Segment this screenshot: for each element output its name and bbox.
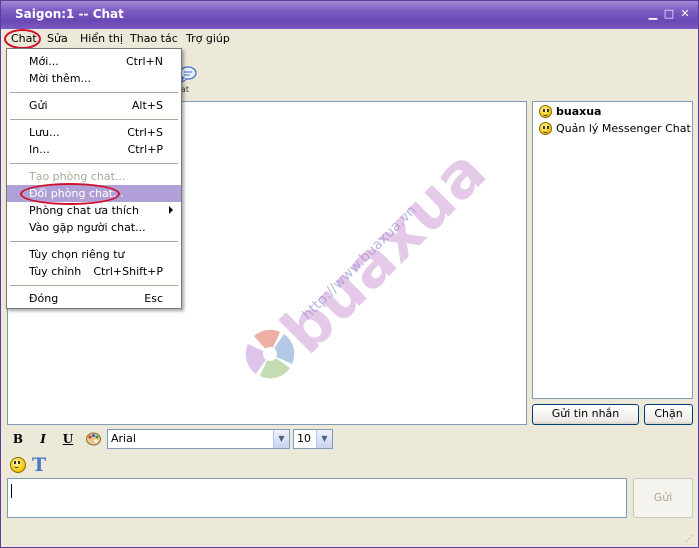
emoticon-icon[interactable] xyxy=(10,457,26,473)
message-input[interactable] xyxy=(7,478,627,518)
format-toolbar xyxy=(1,427,698,451)
menu-item-close[interactable]: Đóng Esc xyxy=(7,290,181,307)
menu-item-favorite-rooms[interactable]: Phòng chat ưa thích xyxy=(7,202,181,219)
font-size-select[interactable]: 10 ▼ xyxy=(293,429,333,449)
menu-separator xyxy=(10,163,178,164)
menu-actions[interactable]: Thao tác xyxy=(130,32,178,45)
underline-button[interactable]: U xyxy=(59,431,77,447)
menu-item-save[interactable]: Lưu... Ctrl+S xyxy=(7,124,181,141)
chevron-down-icon[interactable]: ▼ xyxy=(316,430,332,448)
annotation-circle-change-room xyxy=(20,183,120,205)
window-title: Saigon:1 -- Chat xyxy=(15,7,124,21)
italic-button[interactable]: I xyxy=(34,431,52,447)
resize-grip-icon[interactable]: ⋰ xyxy=(685,534,695,544)
menu-item-join-user[interactable]: Vào gặp người chat... xyxy=(7,219,181,236)
smiley-icon xyxy=(539,122,552,135)
menu-item-create-room: Tạo phòng chat... xyxy=(29,170,126,183)
menu-item-preferences[interactable]: Tùy chỉnh Ctrl+Shift+P xyxy=(7,263,181,280)
menu-separator xyxy=(10,241,178,242)
menu-item-print[interactable]: In... Ctrl+P xyxy=(7,141,181,158)
chevron-down-icon[interactable]: ▼ xyxy=(273,430,289,448)
chat-menu-dropdown: Mới... Ctrl+N Mời thêm... Gửi Alt+S Lưu.… xyxy=(6,48,182,309)
toolbar-chat-label: at xyxy=(181,85,190,94)
font-select[interactable]: Arial ▼ xyxy=(107,429,290,449)
bold-button[interactable]: B xyxy=(9,431,27,447)
menu-separator xyxy=(10,92,178,93)
smiley-icon xyxy=(539,105,552,118)
menu-separator xyxy=(10,119,178,120)
text-caret xyxy=(11,484,12,498)
user-row[interactable]: Quản lý Messenger Chat xyxy=(539,122,691,135)
color-palette-icon[interactable] xyxy=(85,430,102,447)
menu-separator xyxy=(10,285,178,286)
block-button[interactable]: Chặn xyxy=(644,404,693,425)
user-list: buaxua Quản lý Messenger Chat xyxy=(532,101,693,399)
user-name: Quản lý Messenger Chat xyxy=(556,122,691,135)
user-row[interactable]: buaxua xyxy=(539,105,601,118)
annotation-circle-chat-menu xyxy=(4,29,41,49)
menu-item-new[interactable]: Mới... Ctrl+N xyxy=(7,53,181,70)
text-style-button[interactable]: T xyxy=(32,454,46,476)
menu-item-privacy[interactable]: Tùy chọn riêng tư xyxy=(7,246,181,263)
menu-bar: Chat Sửa Hiển thị Thao tác Trợ giúp xyxy=(1,29,698,49)
menu-help[interactable]: Trợ giúp xyxy=(186,32,230,45)
menu-view[interactable]: Hiển thị xyxy=(80,32,123,45)
title-bar[interactable]: Saigon:1 -- Chat ▁ □ ✕ xyxy=(1,1,698,29)
menu-item-send[interactable]: Gửi Alt+S xyxy=(7,97,181,114)
menu-item-invite[interactable]: Mời thêm... xyxy=(7,70,181,87)
maximize-icon[interactable]: □ xyxy=(662,7,676,21)
submenu-arrow-icon xyxy=(169,206,173,214)
watermark-brand: buaxua xyxy=(267,135,500,368)
font-size-value: 10 xyxy=(297,432,311,445)
chat-window: Saigon:1 -- Chat ▁ □ ✕ Chat Sửa Hiển thị… xyxy=(0,0,699,548)
font-value: Arial xyxy=(111,432,136,445)
close-icon[interactable]: ✕ xyxy=(678,7,692,21)
send-button[interactable]: Gửi xyxy=(633,478,693,518)
user-name: buaxua xyxy=(556,105,602,118)
send-message-button[interactable]: Gửi tin nhắn xyxy=(532,404,639,425)
menu-edit[interactable]: Sửa xyxy=(47,32,68,45)
minimize-icon[interactable]: ▁ xyxy=(646,7,660,21)
